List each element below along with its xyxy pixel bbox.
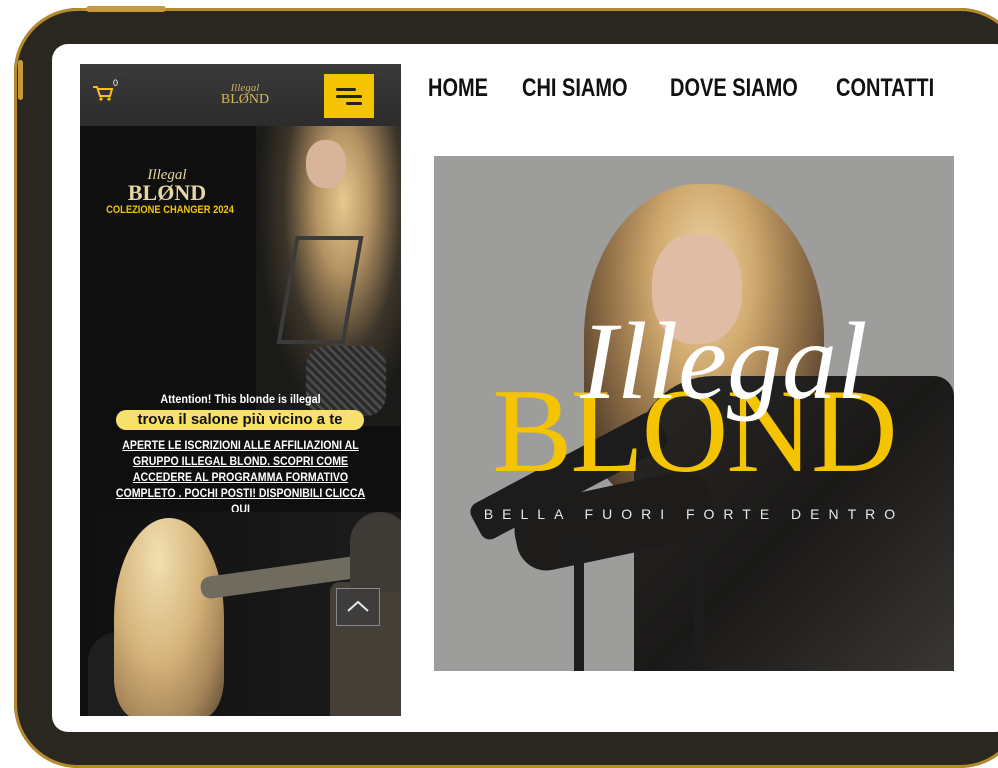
collection-logo-text: BLØND: [127, 180, 207, 205]
cart-count-badge: 0: [113, 78, 119, 88]
tablet-button: [86, 6, 166, 12]
cart-icon[interactable]: 0: [92, 78, 118, 102]
collection-title: COLEZIONE CHANGER 2024: [106, 204, 234, 216]
hero-photo-model: [256, 126, 401, 426]
mobile-preview: 0 Illegal BLØND Illegal BLØND COLEZIONE …: [80, 64, 401, 716]
header-logo[interactable]: Illegal BLØND: [210, 82, 280, 107]
collection-logo: Illegal BLØND: [92, 166, 242, 205]
hero-tagline: BELLA FUORI FORTE DENTRO: [483, 506, 905, 522]
hero-chair-leg: [574, 536, 584, 671]
nav-contatti[interactable]: CONTATTI: [836, 74, 934, 103]
header-logo-text: BLØND: [220, 92, 270, 107]
hero-script-text: Illegal: [580, 300, 868, 422]
find-salon-button[interactable]: trova il salone più vicino a te: [116, 410, 364, 430]
nav-chi-siamo[interactable]: CHI SIAMO: [522, 74, 628, 103]
tablet-side-button: [18, 60, 23, 100]
tablet-screen: 0 Illegal BLØND Illegal BLØND COLEZIONE …: [52, 44, 998, 732]
promo-link[interactable]: APERTE LE ISCRIZIONI ALLE AFFILIAZIONI A…: [108, 437, 373, 517]
hero-banner: BLOND Illegal BELLA FUORI FORTE DENTRO: [434, 156, 954, 671]
hero-chair-leg-2: [694, 556, 704, 671]
nav-home[interactable]: HOME: [428, 74, 488, 103]
scroll-to-top-button[interactable]: [336, 588, 380, 626]
hamburger-menu-icon[interactable]: [324, 74, 374, 118]
mobile-header: 0 Illegal BLØND: [80, 64, 401, 126]
attention-text: Attention! This blonde is illegal: [160, 392, 321, 406]
nav-dove-siamo[interactable]: DOVE SIAMO: [670, 74, 798, 103]
chevron-up-icon: [347, 600, 369, 612]
